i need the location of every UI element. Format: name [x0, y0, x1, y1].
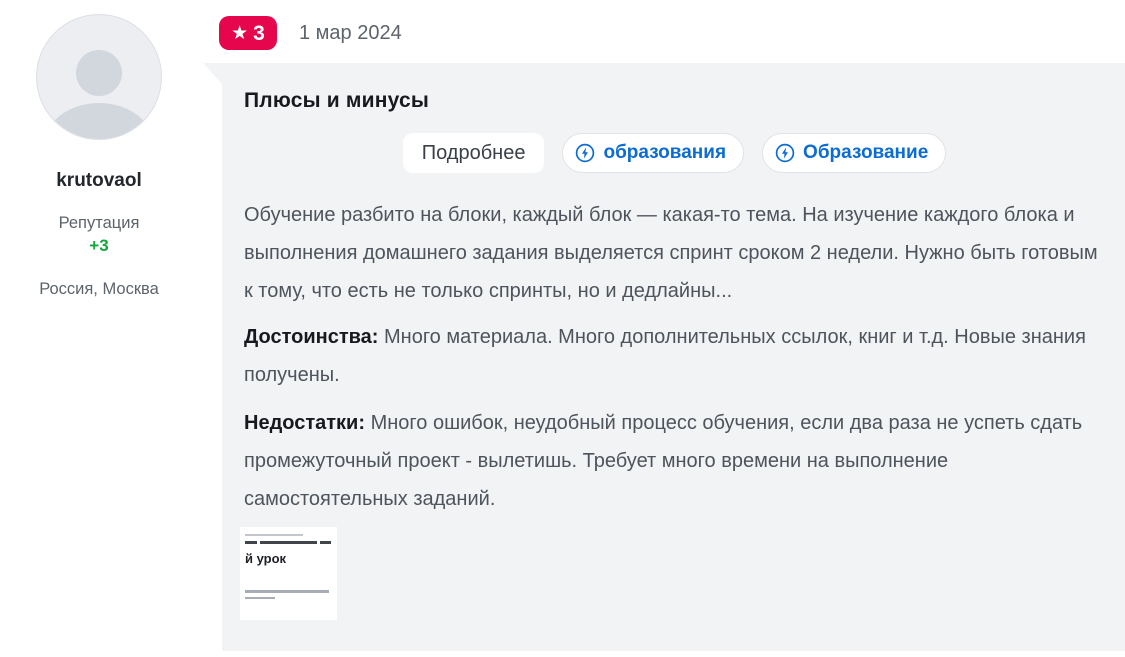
- cons-value: Много ошибок, неудобный процесс обучения…: [244, 412, 1082, 510]
- avatar-person-icon: [43, 103, 155, 140]
- reputation-value: +3: [0, 236, 198, 256]
- review-body-text: Обучение разбито на блоки, каждый блок —…: [244, 196, 1105, 310]
- chips-row: Подробнее образования Образов: [244, 133, 1105, 173]
- review-title: Плюсы и минусы: [244, 88, 1105, 114]
- tag-button-obrazovaniya[interactable]: образования: [562, 133, 744, 173]
- lightning-circle-icon: [775, 143, 795, 163]
- thumbnail-heading: й урок: [245, 551, 332, 566]
- review-header: ★ 3 1 мар 2024: [219, 16, 402, 50]
- rating-value: 3: [253, 23, 265, 44]
- more-button[interactable]: Подробнее: [403, 133, 545, 173]
- reviewer-username[interactable]: krutovaol: [0, 170, 198, 192]
- review-bubble: Плюсы и минусы Подробнее образования: [203, 63, 1125, 651]
- lightning-circle-icon: [575, 143, 595, 163]
- avatar-person-icon: [76, 50, 122, 96]
- thumbnail-text-line: [245, 597, 275, 600]
- reviewer-location: Россия, Москва: [0, 280, 198, 299]
- review-cons: Недостатки: Много ошибок, неудобный проц…: [244, 404, 1105, 518]
- review-date: 1 мар 2024: [299, 22, 402, 45]
- cons-label: Недостатки:: [244, 412, 365, 434]
- tag-label: Образование: [803, 141, 928, 165]
- reviewer-profile: krutovaol Репутация +3 Россия, Москва: [0, 0, 198, 299]
- pros-label: Достоинства:: [244, 326, 378, 348]
- star-icon: ★: [231, 24, 248, 43]
- tag-label: образования: [603, 141, 726, 165]
- tag-button-obrazovanie[interactable]: Образование: [762, 133, 946, 173]
- rating-badge: ★ 3: [219, 16, 277, 50]
- avatar[interactable]: [36, 14, 162, 140]
- reputation-label: Репутация: [0, 214, 198, 233]
- review-card: krutovaol Репутация +3 Россия, Москва ★ …: [0, 0, 1125, 657]
- thumbnail-text-line: [245, 590, 329, 593]
- review-pros: Достоинства: Много материала. Много допо…: [244, 318, 1105, 394]
- attachment-thumbnail[interactable]: й урок: [240, 527, 337, 620]
- thumbnail-progress-bars: [245, 541, 332, 544]
- thumbnail-breadcrumb-line: [245, 534, 303, 536]
